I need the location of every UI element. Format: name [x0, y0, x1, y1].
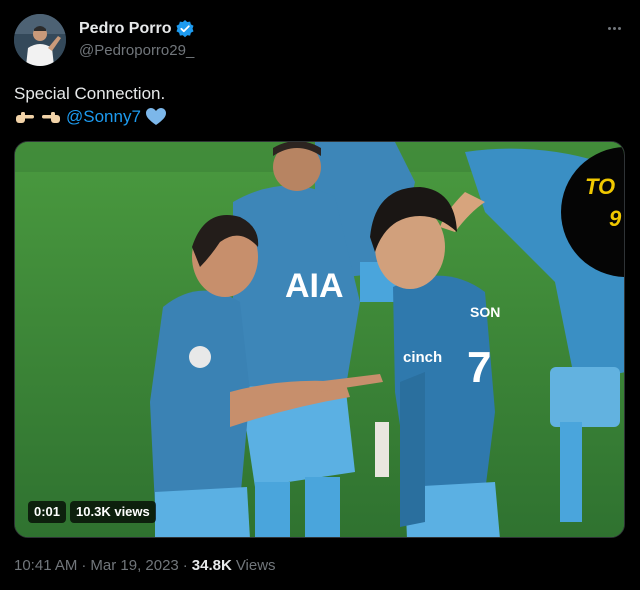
mention-link[interactable]: @Sonny7	[66, 107, 141, 127]
pointing-left-hand-icon	[40, 107, 62, 127]
meta-separator: ·	[182, 557, 188, 574]
tweet-time[interactable]: 10:41 AM	[14, 557, 77, 574]
pointing-right-hand-icon	[14, 107, 36, 127]
shirt-sponsor-left: AIA	[285, 267, 344, 305]
video-badges: 0:01 10.3K views	[28, 501, 156, 523]
tweet-card: Pedro Porro @Pedroporro29_ Special Conne…	[0, 0, 640, 590]
shirt-number: 7	[467, 343, 491, 392]
video-player[interactable]: AIA cinch SON 7 TO 9 0:01 10.3K views	[14, 141, 625, 538]
more-options-icon[interactable]	[604, 18, 624, 38]
meta-separator: ·	[81, 557, 87, 574]
author-name-row[interactable]: Pedro Porro	[79, 19, 195, 39]
views-count: 34.8K	[191, 557, 232, 574]
tweet-meta: 10:41 AM · Mar 19, 2023 · 34.8K Views	[14, 557, 276, 574]
shirt-sponsor-right: cinch	[403, 349, 442, 366]
video-views-badge: 10.3K views	[70, 501, 156, 523]
tweet-text-line2: @Sonny7	[14, 106, 167, 128]
video-time-badge: 0:01	[28, 501, 67, 523]
tweet-text: Special Connection.	[14, 84, 166, 103]
author-handle[interactable]: @Pedroporro29_	[79, 42, 194, 59]
overlay-text-bottom: 9	[609, 206, 622, 231]
avatar[interactable]	[14, 14, 66, 66]
overlay-text-top: TO	[585, 174, 615, 199]
blue-heart-icon	[145, 107, 167, 127]
views-label: Views	[235, 557, 276, 574]
verified-badge-icon	[175, 19, 195, 39]
shirt-name: SON	[470, 304, 500, 320]
tweet-date[interactable]: Mar 19, 2023	[90, 557, 178, 574]
video-frame: AIA cinch SON 7 TO 9	[15, 142, 624, 537]
display-name[interactable]: Pedro Porro	[79, 20, 171, 38]
